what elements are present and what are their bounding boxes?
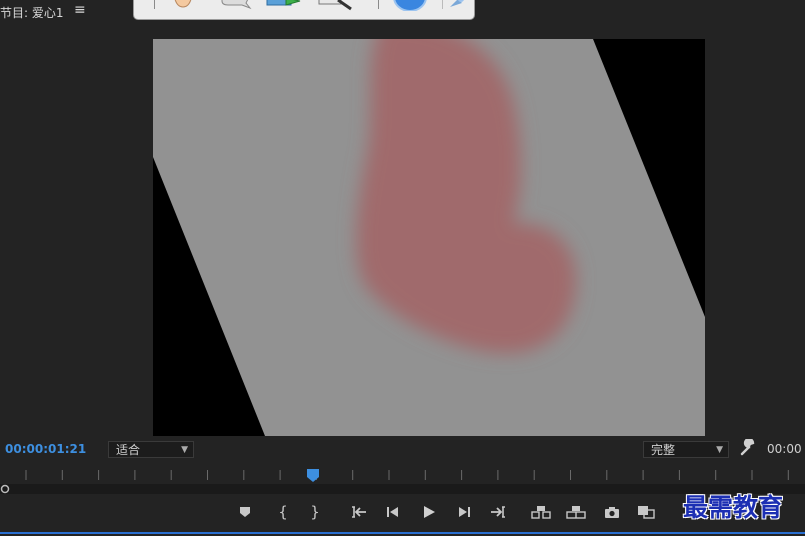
compare-icon[interactable] xyxy=(635,500,657,524)
hamburger-menu-icon[interactable]: ≡ xyxy=(74,2,86,18)
camera-icon[interactable] xyxy=(601,500,623,524)
toolbar xyxy=(133,0,475,20)
playhead-icon[interactable] xyxy=(306,468,322,484)
toolbar-divider xyxy=(154,0,155,9)
toolbar-divider xyxy=(378,0,379,9)
step-forward-icon[interactable] xyxy=(453,500,475,524)
chevron-down-icon: ▼ xyxy=(716,445,723,455)
playback-quality-value: 完整 xyxy=(651,443,676,457)
overwrite-icon[interactable] xyxy=(565,500,587,524)
hand-icon[interactable] xyxy=(172,0,194,11)
zoom-fit-value: 适合 xyxy=(116,443,141,457)
playback-quality-dropdown[interactable]: 完整 ▼ xyxy=(643,441,729,458)
panel-title: 节目: 爱心1 xyxy=(0,6,64,20)
globe-icon[interactable] xyxy=(392,0,428,11)
pin-icon[interactable] xyxy=(446,0,468,11)
current-timecode[interactable]: 00:00:01:21 xyxy=(5,442,86,456)
panel-focus-border xyxy=(0,532,805,534)
wrench-icon[interactable] xyxy=(739,439,757,457)
mark-in-icon[interactable]: { xyxy=(272,500,294,524)
mark-out-icon[interactable]: } xyxy=(304,500,326,524)
zoom-fit-dropdown[interactable]: 适合 ▼ xyxy=(108,441,194,458)
step-back-icon[interactable] xyxy=(382,500,404,524)
go-to-in-icon[interactable] xyxy=(348,500,370,524)
scroll-handle[interactable] xyxy=(0,484,10,494)
magnifier-icon[interactable] xyxy=(318,0,354,11)
play-icon[interactable] xyxy=(418,500,440,524)
timeline-ruler[interactable] xyxy=(0,466,805,486)
toolbar-divider xyxy=(442,0,443,9)
export-arrow-icon[interactable] xyxy=(266,0,302,11)
speech-bubble-icon[interactable] xyxy=(220,0,252,11)
marker-icon[interactable] xyxy=(234,500,256,524)
go-to-out-icon[interactable] xyxy=(487,500,509,524)
chevron-down-icon: ▼ xyxy=(181,445,188,455)
watermark-text: 最需教育 xyxy=(683,493,784,522)
program-monitor-video[interactable] xyxy=(153,39,705,436)
duration-timecode: 00:00 xyxy=(767,442,802,456)
insert-icon[interactable] xyxy=(530,500,552,524)
